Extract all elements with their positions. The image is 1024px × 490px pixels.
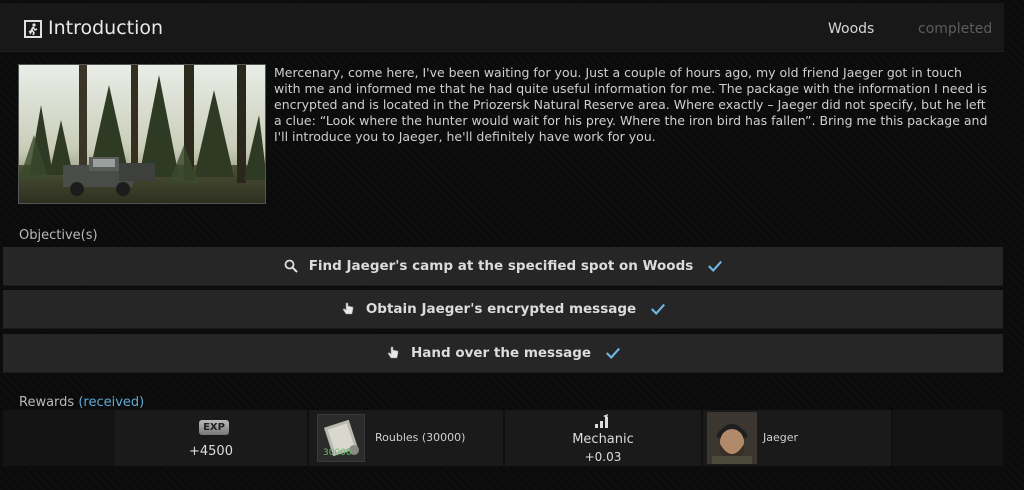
- exit-running-man-icon: [24, 20, 42, 38]
- quest-location: Woods: [828, 21, 875, 37]
- skill-chart-icon: [595, 414, 608, 428]
- objectives-label: Objective(s): [19, 228, 98, 243]
- objective-text: Hand over the message: [410, 345, 592, 361]
- objective-text: Find Jaeger's camp at the specified spot…: [308, 258, 694, 274]
- hand-pointer-icon: [385, 345, 401, 361]
- search-icon: [283, 258, 299, 274]
- roubles-stack-count: 30000: [323, 448, 352, 458]
- quest-status: completed: [918, 21, 993, 37]
- reward-skill[interactable]: Mechanic +0.03: [505, 410, 703, 466]
- quest-title: Introduction: [48, 17, 164, 39]
- exp-value: +4500: [189, 444, 233, 459]
- quest-description: Mercenary, come here, I've been waiting …: [274, 65, 988, 144]
- skill-name: Mechanic: [572, 432, 634, 447]
- trader-name: Jaeger: [763, 431, 799, 444]
- objective-text: Obtain Jaeger's encrypted message: [365, 301, 637, 317]
- rewards-received-label: (received): [78, 395, 145, 410]
- exp-icon: EXP: [199, 420, 229, 435]
- checkmark-icon: [707, 258, 723, 274]
- rewards-row: EXP +4500 30000 Roubles (30000) Mechanic…: [3, 410, 1003, 466]
- checkmark-icon: [605, 345, 621, 361]
- objective-item[interactable]: Hand over the message: [3, 334, 1003, 373]
- reward-trader[interactable]: Jaeger: [703, 410, 893, 466]
- hand-pointer-icon: [340, 301, 356, 317]
- rewards-title: Rewards: [19, 395, 75, 410]
- quest-image: [18, 64, 266, 204]
- rewards-label: Rewards (received): [19, 395, 144, 410]
- objective-item[interactable]: Obtain Jaeger's encrypted message: [3, 290, 1003, 329]
- checkmark-icon: [650, 301, 666, 317]
- skill-value: +0.03: [584, 450, 622, 464]
- objective-item[interactable]: Find Jaeger's camp at the specified spot…: [3, 247, 1003, 286]
- forest-truck-image: [19, 65, 265, 203]
- quest-header: Introduction Woods completed: [0, 3, 1004, 52]
- reward-roubles[interactable]: 30000 Roubles (30000): [309, 410, 505, 466]
- reward-exp[interactable]: EXP +4500: [115, 410, 309, 466]
- roubles-label: Roubles (30000): [375, 431, 466, 444]
- avatar: [707, 412, 757, 464]
